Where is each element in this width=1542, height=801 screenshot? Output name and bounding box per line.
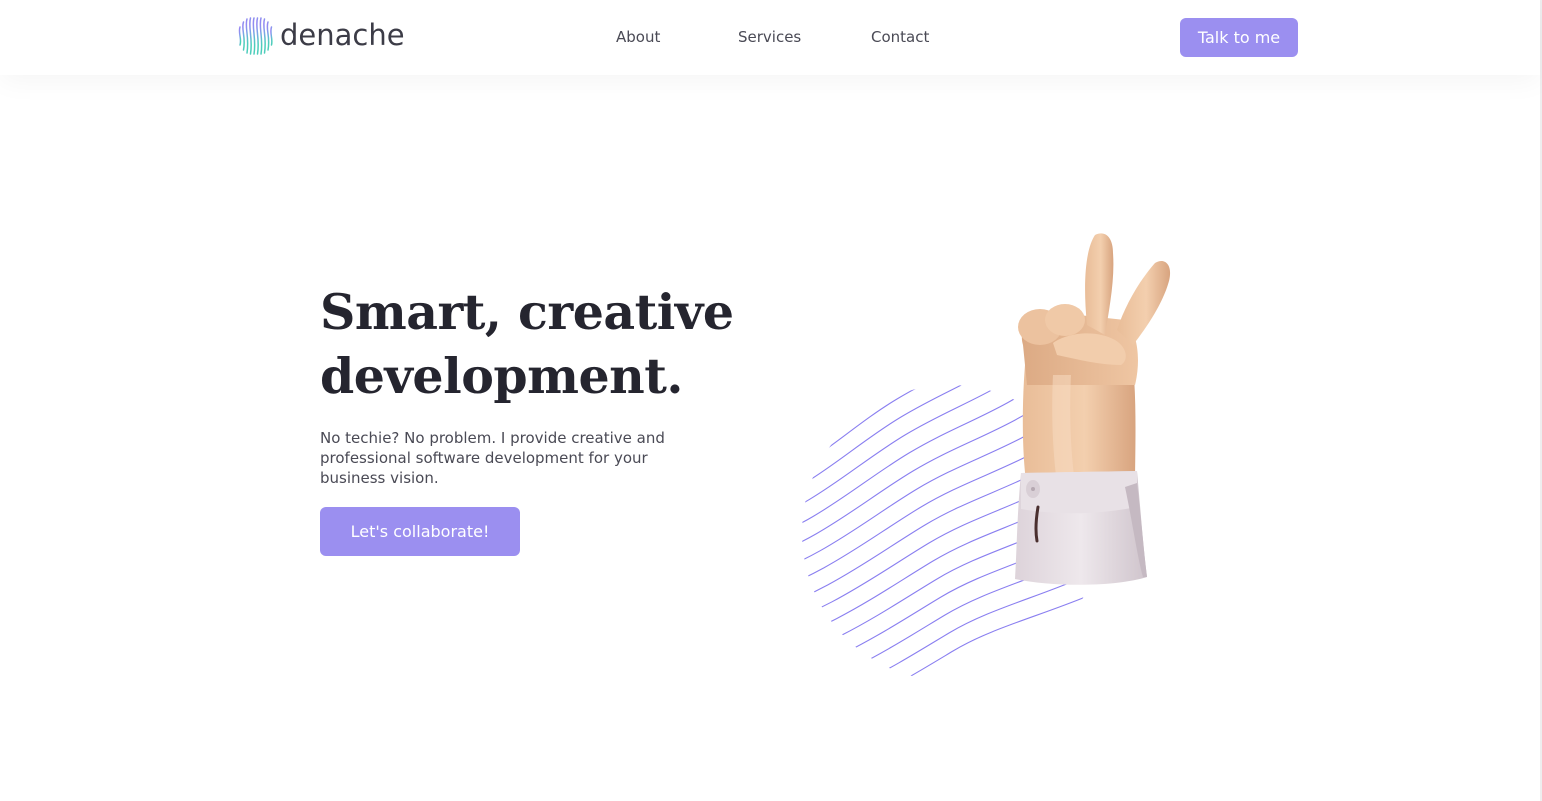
hero-title-line-2: development. bbox=[320, 347, 683, 405]
nav-link-contact[interactable]: Contact bbox=[871, 27, 929, 47]
brand-logo[interactable]: denache bbox=[237, 17, 405, 55]
nav-link-about[interactable]: About bbox=[616, 27, 660, 47]
lets-collaborate-button[interactable]: Let's collaborate! bbox=[320, 507, 520, 556]
hero-title: Smart, creative development. bbox=[320, 280, 780, 408]
landing-page: denache About Services Contact Talk to m… bbox=[0, 0, 1542, 801]
nav-link-services[interactable]: Services bbox=[738, 27, 801, 47]
brand-name: denache bbox=[280, 18, 405, 52]
peace-sign-hand-illustration bbox=[802, 233, 1171, 681]
wave-lines-logo-icon bbox=[238, 17, 273, 55]
hero-title-line-1: Smart, creative bbox=[320, 283, 734, 341]
hero-description: No techie? No problem. I provide creativ… bbox=[320, 429, 665, 487]
talk-to-me-button[interactable]: Talk to me bbox=[1180, 18, 1298, 57]
hand-figure bbox=[1015, 233, 1171, 585]
top-navbar: denache About Services Contact Talk to m… bbox=[0, 0, 1540, 75]
